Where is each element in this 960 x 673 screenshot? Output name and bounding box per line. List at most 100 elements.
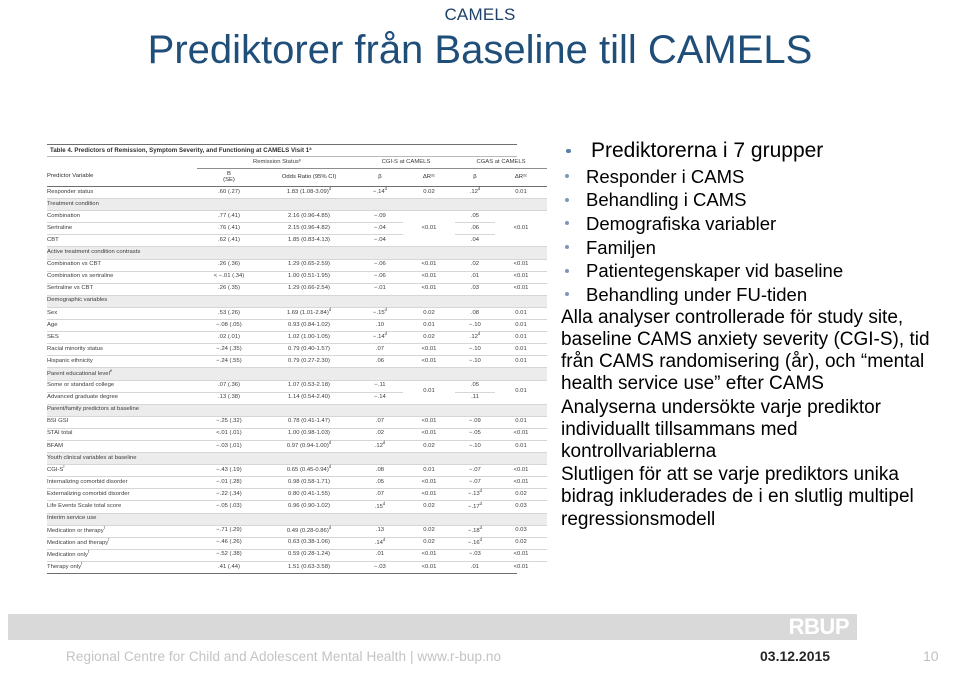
table-cell-beta-cgas: .12d — [455, 186, 495, 200]
table-cell-delta-r2-cgis: <0.01 — [403, 283, 455, 296]
table-cell-b-se: −.71 (.29) — [197, 525, 261, 538]
footer-date: 03.12.2015 — [760, 648, 831, 664]
table-cell-delta-r2-cgas: <0.01 — [495, 283, 548, 296]
slide-title-block: CAMELS Prediktorer från Baseline till CA… — [0, 0, 960, 73]
table-row: Internalizing comorbid disorder −.01 (.28… — [47, 476, 548, 490]
table-cell-beta-cgis: .15d — [357, 500, 403, 514]
table-cell-variable: Age — [47, 319, 197, 333]
table-section-row: Treatment condition — [47, 198, 548, 212]
table-cell-beta-cgis: .06 — [357, 355, 403, 369]
list-item-heading: Prediktorerna i 7 grupper — [553, 138, 953, 164]
table-section-label: Parent educational levele — [47, 367, 548, 381]
table-cell-variable: Combination vs CBT — [47, 259, 197, 272]
table-cell-delta-r2-cgas: 0.03 — [495, 500, 548, 514]
table-cell-odds-ratio: 0.49 (0.28-0.86)d — [261, 525, 357, 538]
table-cell-delta-r2-cgis: <0.01 — [403, 210, 455, 248]
content-paragraph: Slutligen för att se varje prediktors un… — [561, 464, 914, 530]
bullet-list-level2: Responder i CAMS Behandling i CAMS Demogra… — [553, 165, 953, 307]
table-cell-beta-cgas: .04 — [455, 234, 495, 248]
table-section-label: Treatment condition — [47, 198, 548, 212]
table-section-label: Interim service use — [47, 513, 548, 526]
table-cell-beta-cgis: .05 — [357, 476, 403, 490]
table-cell-b-se: −.05 (.03) — [197, 500, 261, 514]
table-row: Medication onlyf −.52 (.38) 0.59 (0.28-1.2… — [47, 549, 548, 562]
table-cell-odds-ratio: 1.51 (0.63-3.58) — [288, 563, 330, 570]
table-cell-odds-ratio: 0.65 (0.45-0.94)d — [261, 464, 357, 478]
table-row: Medication and therapyf −.46 (.26) 0.63 (0… — [47, 537, 548, 550]
table-row: Sex .53 (.26) 1.69 (1.01-2.84)d −.15d 0.02.0… — [47, 307, 548, 321]
bullet-dot-icon — [565, 292, 569, 297]
table-cell-b-se: < −.01 (.34) — [197, 271, 261, 284]
table-cell-variable: CBT — [47, 234, 197, 248]
footer-page-number: 10 — [923, 648, 939, 664]
col-header-se: (SE) — [223, 176, 235, 183]
table-row: Combination vs sertraline < −.01 (.34) 1.0… — [47, 271, 548, 284]
table-cell-beta-cgas: −.10 — [455, 319, 495, 333]
table-row: Some or standard college .07 (.36) 1.07 (0… — [47, 380, 548, 405]
table-section-row: Demographic variables — [47, 295, 548, 308]
table-cell-delta-r2-cgas: 0.01 — [495, 343, 548, 357]
bullet-dot-icon — [565, 268, 569, 273]
table-cell-beta-cgas: .02 — [455, 259, 495, 272]
table-cell-delta-r2-cgas: 0.01 — [495, 355, 548, 369]
table-cell-b-se: .60 (.27) — [197, 186, 261, 200]
rbup-logo: RBUP — [757, 614, 857, 640]
table-cell-beta-cgas: −.17d — [455, 500, 495, 514]
table-cell-odds-ratio: 1.69 (1.01-2.84)d — [261, 307, 357, 321]
table-section-row: Parent/family predictors at baseline — [47, 404, 548, 417]
table-row: Sertraline .76 (.41) 2.15 (0.96-4.82) −.04.… — [47, 222, 547, 236]
list-item-label: Responder i CAMS — [586, 165, 745, 187]
table-cell-beta-cgis: .07 — [357, 416, 403, 429]
table-row: Responder status .60 (.27) 1.83 (1.08-3.09… — [47, 186, 548, 200]
table-cell-odds-ratio: 1.83 (1.08-3.09)d — [261, 186, 357, 200]
table-cell-delta-r2-cgas: 0.01 — [495, 319, 548, 333]
list-item-group: Behandling under FU-tiden — [553, 283, 953, 307]
table-cell-odds-ratio: 0.78 (0.41-1.47) — [261, 416, 357, 429]
table-cell-beta-cgas: .06 — [455, 222, 495, 236]
table-cell-delta-r2-cgas: 0.01 — [495, 380, 548, 405]
list-item-group: Responder i CAMS — [553, 165, 953, 189]
table-cell-delta-r2-cgas: 0.02 — [495, 537, 548, 550]
table-cell-beta-cgas: −.18d — [455, 525, 495, 538]
table-cell-delta-r2-cgas: <0.01 — [495, 464, 548, 478]
table-cell-b-se: −.46 (.26) — [197, 537, 261, 550]
table-section-row: Parent educational levele — [47, 367, 548, 381]
table-cell-odds-ratio: 1.85 (0.83-4.13) — [261, 234, 357, 248]
table-cell-delta-r2-cgis: <0.01 — [403, 343, 455, 357]
table-caption: Table 4. Predictors of Remission, Sympto… — [47, 144, 517, 157]
table-body: Responder status .60 (.27) 1.83 (1.08-3.09… — [47, 186, 548, 574]
table-cell-variable: Responder status — [47, 186, 197, 200]
table-cell-beta-cgas: −.09 — [455, 416, 495, 429]
table-cell-variable: SES — [47, 331, 197, 345]
table-row: BSI GSI −.25 (.32) 0.78 (0.41-1.47) .07 <0.0… — [47, 416, 548, 429]
table-cell-delta-r2-cgas: 0.01 — [495, 331, 548, 345]
table-cell-odds-ratio: 1.02 (1.00-1.05) — [261, 331, 357, 345]
bullet-dot-icon — [565, 244, 569, 249]
group-header-cgis: CGI-S at CAMELS — [357, 157, 455, 169]
table-row: Externalizing comorbid disorder −.22 (.34… — [47, 488, 548, 502]
table-cell-beta-cgas: .03 — [455, 283, 495, 296]
table-cell-variable: Racial minority status — [47, 343, 197, 357]
table-cell-beta-cgas: −.07 — [455, 464, 495, 478]
table-cell-variable: Some or standard college — [47, 380, 197, 393]
table-row: Sertraline vs CBT .26 (.35) 1.29 (0.66-2.5… — [47, 283, 548, 296]
content-paragraph: Analyserna undersökte varje prediktor in… — [561, 396, 882, 462]
table-cell-odds-ratio: 2.16 (0.96-4.85) — [261, 210, 357, 224]
table-row: Therapy onlyf .41 (.44) 1.51 (0.63-3.58) −.… — [47, 561, 547, 573]
table-cell-delta-r2-cgis: 0.02 — [403, 500, 455, 514]
table-section-row: Active treatment condition contrasts — [47, 246, 548, 260]
table-cell-delta-r2-cgas: <0.01 — [495, 259, 548, 272]
table-cell-b-se: .77 (.41) — [197, 210, 261, 224]
table-cell-beta-cgis: −.04 — [357, 222, 403, 236]
table-cell-delta-r2-cgas: 0.01 — [495, 416, 548, 429]
table-cell-odds-ratio: 0.80 (0.41-1.55) — [261, 488, 357, 502]
table-cell-beta-cgis: −.03 — [374, 563, 386, 570]
table-row: CBT .62 (.41) 1.85 (0.83-4.13) −.04 .04 — [47, 234, 547, 248]
table-cell-beta-cgis: .07 — [357, 343, 403, 357]
table-cell-beta-cgas: .01 — [455, 271, 495, 284]
col-header-delta-r2-cgis: ΔR²ᶜ — [403, 168, 455, 187]
table-cell-b-se: <.01 (.01) — [197, 428, 261, 441]
table-cell-beta-cgas: .01 — [470, 563, 480, 570]
table-cell-beta-cgas: .05 — [455, 210, 495, 224]
table-cell-beta-cgis: −.15d — [357, 307, 403, 321]
